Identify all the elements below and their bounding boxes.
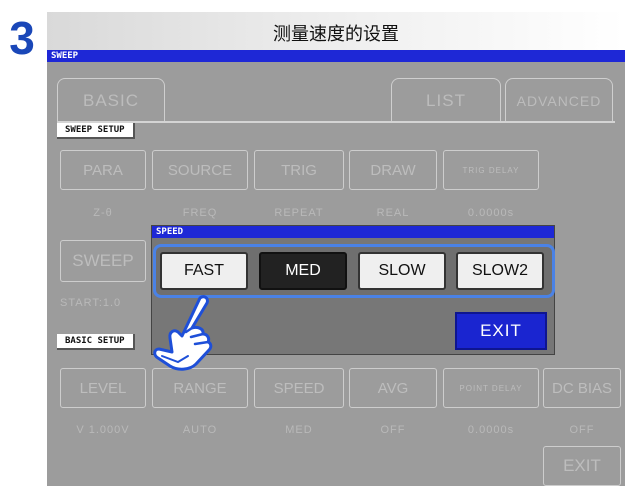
tab-advanced[interactable]: ADVANCED (505, 78, 613, 122)
source-value: FREQ (182, 207, 218, 219)
page-title: 测量速度的设置 (273, 24, 399, 45)
draw-value: REAL (376, 207, 410, 219)
dc-bias-button[interactable]: DC BIAS (543, 368, 621, 408)
source-button[interactable]: SOURCE (152, 150, 248, 190)
trig-delay-value: 0.0000s (467, 207, 515, 219)
sweep-setup-label: SWEEP SETUP (57, 123, 135, 139)
range-button[interactable]: RANGE (152, 368, 248, 408)
dc-bias-value: OFF (569, 424, 595, 436)
basic-setup-label: BASIC SETUP (57, 334, 135, 350)
sweep-button[interactable]: SWEEP (60, 240, 146, 282)
range-value: AUTO (182, 424, 218, 436)
point-delay-value: 0.0000s (467, 424, 515, 436)
level-button[interactable]: LEVEL (60, 368, 146, 408)
screen-header: SWEEP (47, 50, 625, 62)
pointing-hand-icon (153, 295, 213, 371)
avg-value: OFF (380, 424, 406, 436)
step-number: 3 (9, 12, 35, 64)
trig-value: REPEAT (274, 207, 324, 219)
trig-delay-button[interactable]: TRIG DELAY (443, 150, 539, 190)
instrument-screen: SWEEP BASIC LIST ADVANCED SWEEP SETUP PA… (47, 50, 625, 486)
dialog-exit-button[interactable]: EXIT (455, 312, 547, 350)
title-band: 测量速度的设置 (47, 12, 625, 50)
screen-header-label: SWEEP (51, 51, 79, 61)
para-button[interactable]: PARA (60, 150, 146, 190)
speed-fast-button[interactable]: FAST (160, 252, 248, 290)
speed-value: MED (285, 424, 313, 436)
speed-slow2-button[interactable]: SLOW2 (456, 252, 544, 290)
draw-button[interactable]: DRAW (349, 150, 437, 190)
speed-med-button[interactable]: MED (259, 252, 347, 290)
level-value: V 1.000V (76, 424, 130, 436)
speed-choices-frame: FAST MED SLOW SLOW2 (153, 244, 555, 298)
tab-list[interactable]: LIST (391, 78, 501, 122)
dialog-title: SPEED (156, 227, 184, 237)
trig-button[interactable]: TRIG (254, 150, 344, 190)
para-value: Z-θ (93, 207, 113, 219)
tab-basic[interactable]: BASIC (57, 78, 165, 122)
sweep-start-value: START:1.0 (60, 297, 122, 309)
speed-slow-button[interactable]: SLOW (358, 252, 446, 290)
tab-divider (57, 121, 615, 123)
avg-button[interactable]: AVG (349, 368, 437, 408)
dialog-header: SPEED (152, 226, 554, 238)
speed-button[interactable]: SPEED (254, 368, 344, 408)
exit-button-background[interactable]: EXIT (543, 446, 621, 486)
point-delay-button[interactable]: POINT DELAY (443, 368, 539, 408)
